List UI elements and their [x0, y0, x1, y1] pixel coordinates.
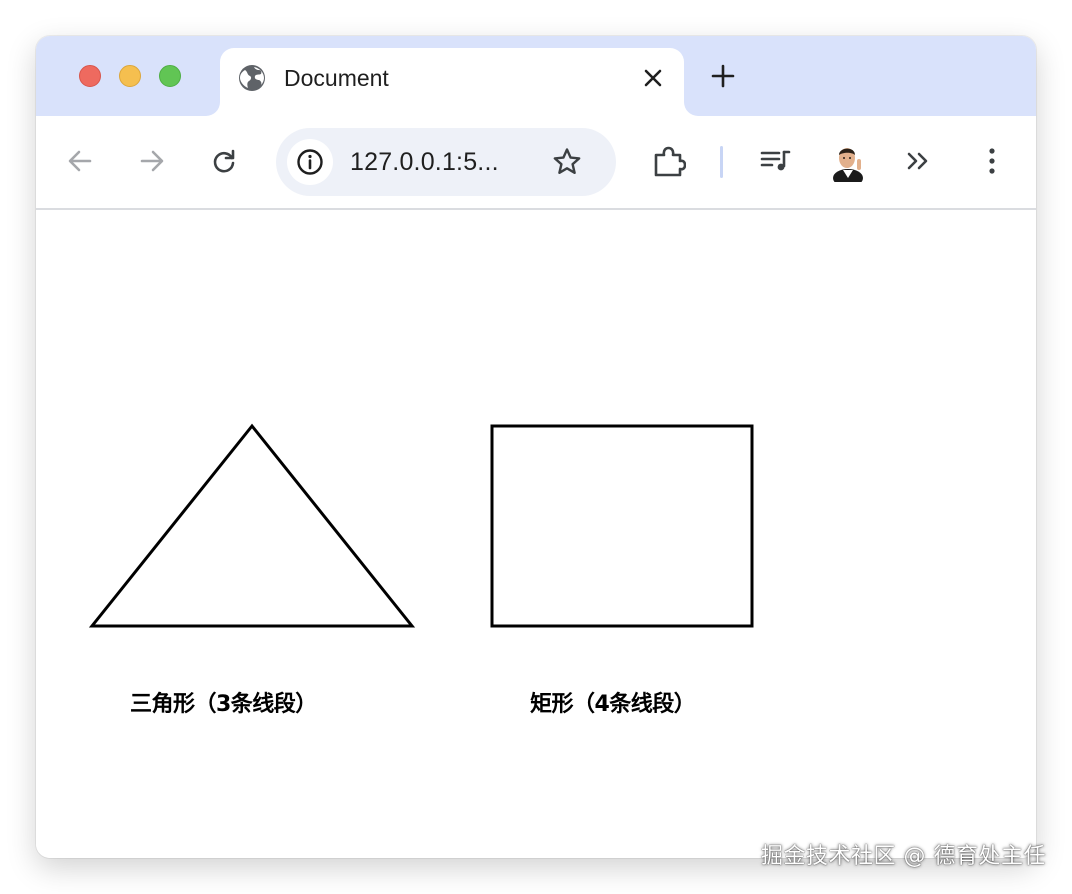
close-window-button[interactable] — [79, 65, 101, 87]
zoom-window-button[interactable] — [159, 65, 181, 87]
kebab-menu-icon[interactable] — [977, 146, 1007, 176]
arrow-left-icon[interactable] — [65, 146, 95, 176]
tab-strip: Document — [36, 36, 1036, 116]
puzzle-icon[interactable] — [652, 144, 686, 178]
star-icon[interactable] — [551, 146, 583, 178]
playlist-music-icon[interactable] — [760, 146, 792, 176]
address-bar[interactable]: 127.0.0.1:5... — [276, 128, 616, 196]
avatar[interactable] — [830, 142, 866, 182]
site-info-button[interactable] — [287, 139, 333, 185]
tab-title: Document — [284, 65, 389, 91]
minimize-window-button[interactable] — [119, 65, 141, 87]
reload-icon[interactable] — [209, 146, 239, 176]
plus-icon[interactable] — [710, 63, 736, 89]
arrow-right-icon[interactable] — [137, 146, 167, 176]
info-icon — [297, 149, 323, 175]
page-content: 三角形（3条线段） 矩形（4条线段） — [36, 210, 1036, 858]
watermark: 掘金技术社区 @ 德育处主任 — [761, 844, 1046, 869]
triangle-caption: 三角形（3条线段） — [130, 692, 317, 717]
url-text[interactable]: 127.0.0.1:5... — [350, 147, 499, 177]
close-icon[interactable] — [640, 65, 666, 91]
browser-window: Document 127.0.0.1:5... 三角形（3条线段） 矩形（4条线… — [36, 36, 1036, 858]
chevron-double-right-icon[interactable] — [904, 146, 934, 176]
toolbar: 127.0.0.1:5... — [36, 116, 1036, 210]
globe-icon — [239, 65, 265, 91]
toolbar-separator — [720, 146, 723, 178]
tab-document[interactable]: Document — [220, 48, 684, 116]
canvas — [88, 423, 754, 628]
rectangle-shape — [490, 424, 754, 628]
triangle-shape — [88, 423, 416, 628]
rectangle-caption: 矩形（4条线段） — [530, 692, 696, 717]
